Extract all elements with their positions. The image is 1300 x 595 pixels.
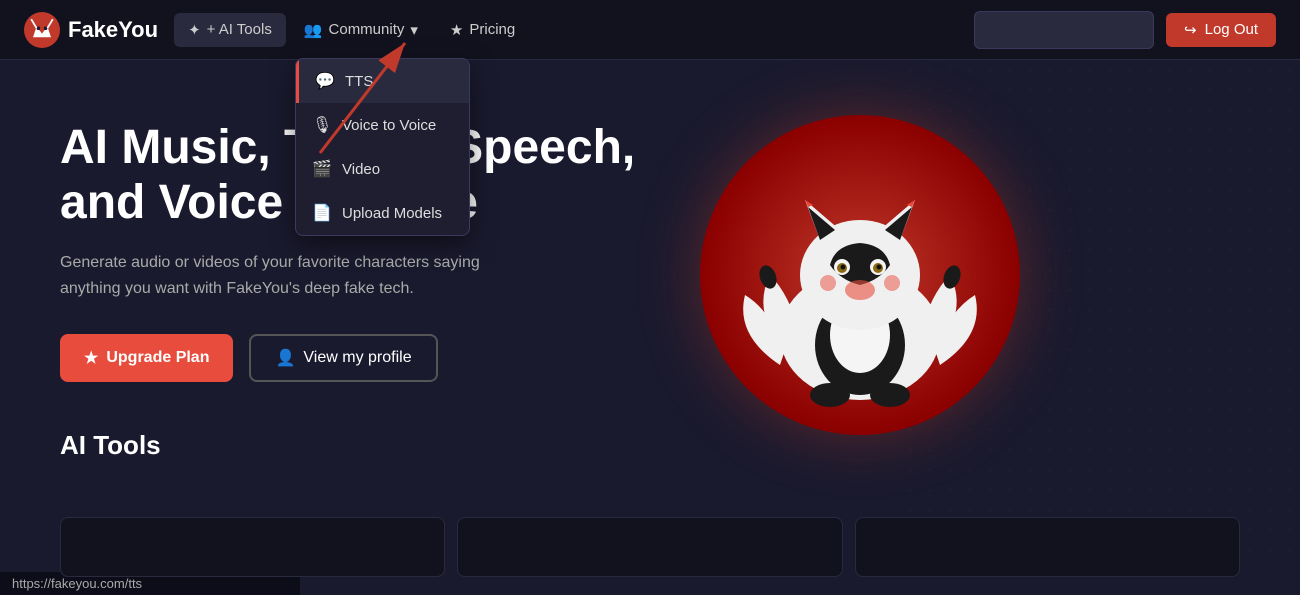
community-icon: 👥 — [304, 21, 323, 39]
nav-ai-tools[interactable]: ✦ + AI Tools — [174, 13, 286, 47]
star-icon: ★ — [450, 21, 463, 39]
hero-mascot-area — [680, 90, 1040, 460]
nav-pricing[interactable]: ★ Pricing — [436, 13, 529, 47]
navbar: FakeYou ✦ + AI Tools 👥 Community ▾ ★ Pri… — [0, 0, 1300, 60]
dropdown-item-video[interactable]: 🎬 Video — [296, 147, 469, 191]
nav-community-label: Community — [329, 21, 405, 38]
upload-icon: 📄 — [312, 203, 332, 223]
logo[interactable]: FakeYou — [24, 12, 158, 48]
plus-icon: ✦ — [188, 21, 201, 39]
nav-items: ✦ + AI Tools 👥 Community ▾ ★ Pricing — [174, 13, 974, 47]
mascot-circle — [700, 115, 1020, 435]
nav-right: ↪ Log Out — [974, 11, 1276, 49]
ai-tools-dropdown: 💬 TTS 🎙 Voice to Voice 🎬 Video 📄 Upload … — [295, 58, 470, 236]
dropdown-v2v-label: Voice to Voice — [342, 117, 436, 134]
search-box[interactable] — [974, 11, 1154, 49]
dropdown-item-upload[interactable]: 📄 Upload Models — [296, 191, 469, 235]
main-content: AI Music, Text to Speech,and Voice to vo… — [0, 60, 1300, 550]
logout-button[interactable]: ↪ Log Out — [1166, 13, 1276, 47]
logout-label: Log Out — [1205, 21, 1258, 38]
logo-icon — [24, 12, 60, 48]
tool-cards-row — [60, 517, 1240, 577]
tool-card-1[interactable] — [60, 517, 445, 577]
hero-subtitle: Generate audio or videos of your favorit… — [60, 250, 520, 301]
dropdown-upload-label: Upload Models — [342, 205, 442, 222]
nav-community[interactable]: 👥 Community ▾ — [290, 13, 432, 47]
tts-icon: 💬 — [315, 71, 335, 91]
dropdown-video-label: Video — [342, 161, 380, 178]
dropdown-item-tts[interactable]: 💬 TTS — [296, 59, 469, 103]
status-url: https://fakeyou.com/tts — [12, 576, 142, 591]
star-icon: ★ — [84, 348, 98, 368]
nav-pricing-label: Pricing — [469, 21, 515, 38]
v2v-icon: 🎙 — [312, 115, 332, 135]
logout-icon: ↪ — [1184, 21, 1197, 39]
brand-name: FakeYou — [68, 17, 158, 43]
view-profile-button[interactable]: 👤 View my profile — [249, 334, 437, 382]
hero-buttons: ★ Upgrade Plan 👤 View my profile — [60, 334, 640, 382]
tool-card-2[interactable] — [457, 517, 842, 577]
chevron-down-icon: ▾ — [410, 21, 418, 39]
dropdown-tts-label: TTS — [345, 73, 373, 90]
video-icon: 🎬 — [312, 159, 332, 179]
fox-mascot-svg — [720, 135, 1000, 415]
tool-card-3[interactable] — [855, 517, 1240, 577]
profile-btn-label: View my profile — [303, 349, 411, 367]
upgrade-btn-label: Upgrade Plan — [106, 349, 209, 367]
person-icon: 👤 — [275, 348, 295, 368]
ai-tools-heading: AI Tools — [60, 430, 640, 461]
dropdown-item-v2v[interactable]: 🎙 Voice to Voice — [296, 103, 469, 147]
nav-ai-tools-label: + AI Tools — [207, 21, 272, 38]
upgrade-plan-button[interactable]: ★ Upgrade Plan — [60, 334, 233, 382]
